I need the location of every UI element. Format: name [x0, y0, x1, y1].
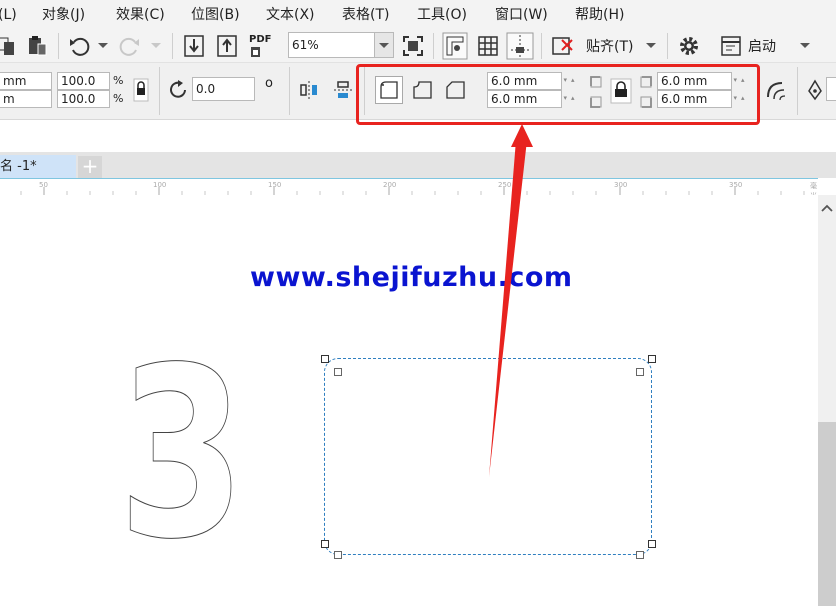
percent-label: %: [113, 74, 124, 87]
menu-bitmaps[interactable]: 位图(B): [191, 6, 240, 24]
launch-menu[interactable]: 启动: [748, 36, 776, 56]
horizontal-ruler[interactable]: 50 100 150 200 250 300 350 毫米: [0, 178, 818, 200]
chevron-down-icon[interactable]: [645, 41, 657, 51]
menu-layout[interactable]: (L): [0, 6, 17, 24]
undo-icon[interactable]: [68, 35, 90, 57]
launcher-icon[interactable]: [720, 35, 742, 57]
chevron-down-icon: [379, 43, 389, 48]
corner-node-bottom-right[interactable]: [636, 551, 644, 559]
property-bar: mm m 100.0 100.0 % % 0.0 o 6.0 mm ▾▴ 6.0…: [0, 63, 836, 125]
menu-object[interactable]: 对象(J): [42, 6, 85, 24]
toolbar-separator: [58, 33, 59, 59]
mirror-vertical-icon[interactable]: [332, 79, 354, 101]
menu-window[interactable]: 窗口(W): [495, 6, 548, 24]
rotation-angle-field[interactable]: 0.0: [192, 77, 255, 101]
show-grid-icon[interactable]: [476, 34, 500, 58]
redo-dropdown-icon: [151, 43, 161, 48]
menu-bar: (L) 对象(J) 效果(C) 位图(B) 文本(X) 表格(T) 工具(O) …: [0, 0, 836, 29]
corner-node-bottom-left[interactable]: [334, 551, 342, 559]
show-rulers-icon[interactable]: [442, 32, 468, 60]
chevron-down-icon[interactable]: [799, 41, 811, 51]
selection-handle-top-left[interactable]: [321, 355, 329, 363]
mirror-horizontal-icon[interactable]: [298, 79, 320, 101]
document-tab[interactable]: 名 -1*: [0, 155, 76, 178]
object-width-field[interactable]: mm: [0, 72, 52, 90]
zoom-level-field[interactable]: 61%: [288, 32, 375, 58]
selection-handle-bottom-left[interactable]: [321, 540, 329, 548]
snap-off-icon[interactable]: [550, 34, 574, 58]
publish-pdf-button[interactable]: PDF: [248, 34, 274, 58]
relative-corner-scaling-icon[interactable]: [762, 75, 790, 105]
full-screen-icon[interactable]: [401, 34, 425, 58]
menu-table[interactable]: 表格(T): [342, 6, 389, 24]
toolbar-separator: [433, 33, 434, 59]
toolbar-separator: [159, 67, 160, 115]
export-icon[interactable]: [216, 34, 238, 58]
outline-width-field[interactable]: [826, 77, 836, 101]
menu-tools[interactable]: 工具(O): [417, 6, 467, 24]
outline-pen-icon[interactable]: [806, 79, 824, 101]
outlined-digit-three[interactable]: 3: [118, 337, 246, 573]
ruler-ticks: [20, 187, 805, 195]
selection-handle-bottom-right[interactable]: [648, 540, 656, 548]
toolbar-separator: [667, 33, 668, 59]
add-document-tab-button[interactable]: +: [78, 156, 102, 178]
show-guidelines-icon[interactable]: [506, 32, 534, 60]
watermark-url: www.shejifuzhu.com: [250, 262, 573, 293]
highlight-frame: [356, 64, 760, 125]
toolbar-separator: [797, 67, 798, 115]
paste-icon[interactable]: [26, 35, 48, 57]
percent-label: %: [113, 92, 124, 105]
scroll-up-arrow-icon[interactable]: [821, 203, 833, 213]
object-height-field[interactable]: m: [0, 90, 52, 108]
snap-to-menu[interactable]: 贴齐(T): [586, 36, 633, 56]
undo-dropdown-icon[interactable]: [97, 41, 109, 51]
lock-ratio-icon[interactable]: [132, 78, 150, 102]
import-icon[interactable]: [183, 34, 205, 58]
menu-help[interactable]: 帮助(H): [575, 6, 624, 24]
rotate-icon: [170, 80, 186, 98]
scale-y-field[interactable]: 100.0: [57, 90, 110, 108]
menu-effects[interactable]: 效果(C): [116, 6, 165, 24]
menu-text[interactable]: 文本(X): [266, 6, 315, 24]
scrollbar-thumb[interactable]: [818, 422, 836, 606]
corner-node-top-left[interactable]: [334, 368, 342, 376]
standard-toolbar: PDF 61% 贴齐(T) 启动: [0, 29, 836, 63]
pdf-icon: [251, 47, 260, 57]
toolbar-separator: [289, 67, 290, 115]
zoom-dropdown-button[interactable]: [374, 32, 394, 58]
options-gear-icon[interactable]: [677, 34, 701, 58]
selected-rounded-rectangle[interactable]: [324, 358, 652, 555]
toolbar-separator: [541, 33, 542, 59]
redo-icon: [119, 37, 139, 56]
degree-symbol: o: [265, 76, 273, 91]
copy-icon[interactable]: [0, 36, 16, 56]
pdf-label: PDF: [249, 34, 272, 45]
document-tab-bar: [0, 152, 836, 178]
toolbar-separator: [172, 33, 173, 59]
corner-node-top-right[interactable]: [636, 368, 644, 376]
vertical-scrollbar[interactable]: [818, 195, 836, 606]
document-tab-label: 名 -1*: [0, 159, 37, 174]
selection-handle-top-right[interactable]: [648, 355, 656, 363]
scale-x-field[interactable]: 100.0: [57, 72, 110, 90]
